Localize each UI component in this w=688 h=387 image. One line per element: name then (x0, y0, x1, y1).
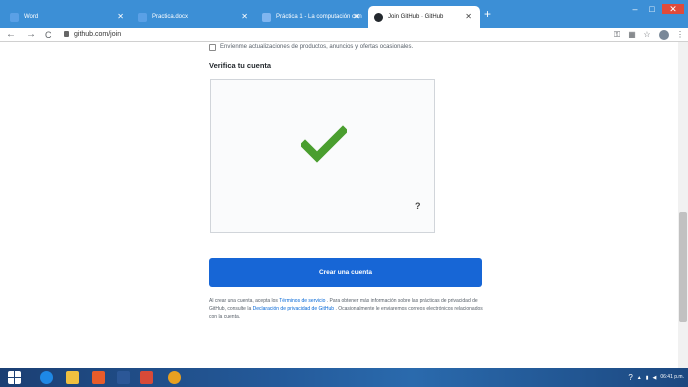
url-field[interactable]: github.com/join (74, 28, 121, 42)
marketing-checkbox-row[interactable]: Envíenme actualizaciones de productos, a… (209, 42, 413, 52)
maximize-button[interactable]: □ (645, 4, 659, 14)
tab-label: Práctica 1 - La computación con (276, 14, 362, 20)
word-tab-icon (10, 12, 19, 22)
window-close-button[interactable]: ✕ (662, 4, 684, 14)
tab-join-github[interactable]: Join GitHub · GitHub ✕ (368, 6, 480, 28)
create-account-button[interactable]: Crear una cuenta (209, 258, 482, 287)
new-tab-button[interactable]: + (484, 8, 491, 20)
help-tray-icon[interactable]: ? (628, 373, 632, 382)
tab-label: Practica.docx (152, 14, 189, 20)
close-icon[interactable]: ✕ (353, 12, 360, 21)
edge-icon[interactable] (40, 371, 53, 384)
marketing-checkbox[interactable] (209, 43, 216, 51)
system-tray: ? ▲ ▮ ◀ 06:41 p.m. (628, 368, 684, 387)
start-icon[interactable] (8, 371, 21, 384)
close-icon[interactable]: ✕ (241, 12, 248, 21)
tab-label: Join GitHub · GitHub (388, 14, 444, 20)
battery-icon[interactable]: ▮ (646, 375, 649, 381)
github-icon (374, 12, 383, 22)
captcha-help-button[interactable]: ? (415, 201, 421, 211)
file-explorer-icon[interactable] (66, 371, 79, 384)
minimize-button[interactable]: – (628, 4, 642, 14)
menu-icon[interactable]: ⋮ (675, 30, 685, 40)
drive-tab-icon (262, 12, 271, 22)
bookmark-star-icon[interactable]: ☆ (642, 30, 652, 40)
chrome-icon[interactable] (168, 371, 181, 384)
terms-link[interactable]: Términos de servicio (279, 298, 325, 304)
privacy-link[interactable]: Declaración de privacidad de GitHub (253, 306, 334, 312)
clock[interactable]: 06:41 p.m. (660, 374, 684, 381)
word-icon[interactable] (117, 371, 130, 384)
legal-text: Al crear una cuenta, acepta los (209, 298, 280, 304)
close-icon[interactable]: ✕ (117, 12, 124, 21)
tab-practica-docx[interactable]: Practica.docx ✕ (132, 6, 256, 28)
extension-icon[interactable]: ▦ (627, 30, 637, 40)
office-icon[interactable] (92, 371, 105, 384)
marketing-checkbox-label: Envíenme actualizaciones de productos, a… (220, 44, 414, 50)
tab-word[interactable]: Word ✕ (4, 6, 132, 28)
volume-icon[interactable]: ◀ (653, 375, 657, 381)
address-toolbar: ← → C github.com/join ⚿ ▦ ☆ ⋮ (0, 28, 688, 42)
forward-button[interactable]: → (26, 28, 36, 42)
key-icon[interactable]: ⚿ (612, 30, 622, 40)
reload-button[interactable]: C (45, 28, 52, 42)
profile-avatar[interactable] (659, 30, 669, 40)
tab-practica-1[interactable]: Práctica 1 - La computación con ✕ (256, 6, 368, 28)
network-icon[interactable]: ▲ (637, 375, 642, 381)
lock-icon (64, 31, 69, 37)
tab-strip: Word ✕ Practica.docx ✕ Práctica 1 - La c… (0, 0, 688, 28)
scrollbar-thumb[interactable] (679, 212, 687, 322)
docs-tab-icon (138, 12, 147, 22)
legal-notice: Al crear una cuenta, acepta los Términos… (209, 297, 484, 321)
windows-taskbar: ? ▲ ▮ ◀ 06:41 p.m. (0, 368, 688, 387)
captcha-box[interactable]: ? (210, 79, 435, 233)
photos-icon[interactable] (140, 371, 153, 384)
back-button[interactable]: ← (6, 28, 16, 42)
close-icon[interactable]: ✕ (465, 12, 472, 21)
checkmark-icon (301, 125, 347, 163)
verify-account-title: Verifica tu cuenta (209, 61, 272, 70)
tab-label: Word (24, 14, 39, 20)
scrollbar[interactable] (678, 42, 688, 368)
